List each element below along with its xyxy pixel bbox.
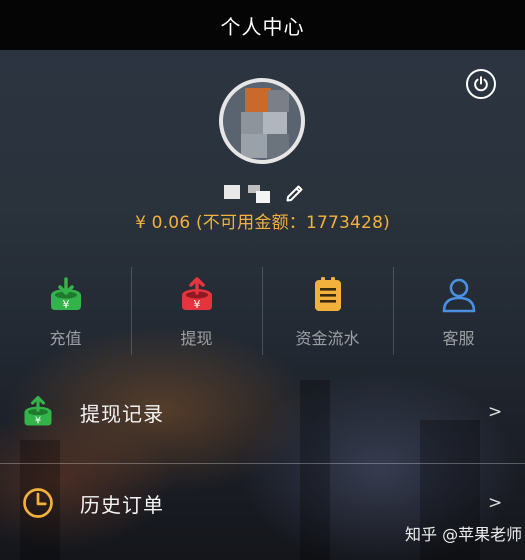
customer-service-button[interactable]: 客服 [393, 263, 524, 359]
logout-button[interactable] [466, 69, 496, 99]
ledger-icon [314, 277, 341, 311]
divider [0, 463, 525, 464]
clock-icon [23, 488, 53, 518]
menu-order-history-label: 历史订单 [80, 492, 164, 517]
withdraw-record-icon: ¥ [24, 396, 52, 427]
deposit-label: 充值 [49, 329, 82, 348]
menu-withdraw-records-label: 提现记录 [80, 401, 164, 426]
svg-text:¥: ¥ [193, 298, 200, 311]
page-title: 个人中心 [220, 14, 305, 39]
deposit-button[interactable]: ¥ 充值 [0, 263, 131, 359]
avatar[interactable] [219, 78, 305, 164]
chevron-right-icon: > [488, 402, 503, 422]
svg-text:¥: ¥ [62, 298, 69, 311]
power-icon [474, 76, 488, 92]
withdraw-label: 提现 [180, 329, 213, 348]
withdraw-button[interactable]: ¥ 提现 [131, 263, 262, 359]
ledger-button[interactable]: 资金流水 [262, 263, 393, 359]
customer-service-label: 客服 [442, 329, 475, 348]
quick-actions: ¥ 充值 ¥ 提现 资金流水 客服 [0, 263, 525, 359]
username-masked [216, 181, 276, 205]
deposit-icon: ¥ [50, 277, 81, 311]
edit-icon[interactable] [284, 181, 306, 203]
withdraw-icon: ¥ [181, 277, 212, 311]
menu-withdraw-records[interactable]: ¥ 提现记录 > [0, 375, 525, 449]
chevron-right-icon: > [488, 493, 503, 513]
user-icon [442, 278, 475, 313]
watermark: 知乎 @苹果老师 [405, 525, 523, 544]
svg-text:¥: ¥ [35, 416, 41, 427]
balance-text: ¥ 0.06 (不可用金额：1773428) [135, 213, 390, 233]
title-bar: 个人中心 [0, 0, 525, 50]
ledger-label: 资金流水 [295, 329, 360, 348]
